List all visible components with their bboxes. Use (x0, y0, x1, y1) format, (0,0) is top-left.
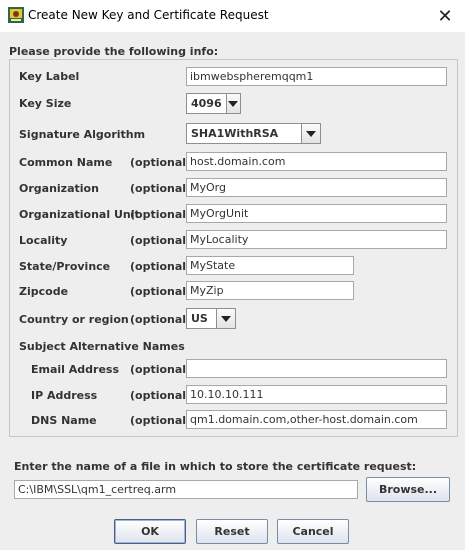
signature-algorithm-select[interactable]: SHA1WithRSA (186, 123, 321, 144)
chevron-down-icon (216, 309, 235, 328)
ip-address-optional: (optional) (130, 389, 192, 402)
chevron-down-icon (301, 124, 320, 143)
organization-input[interactable]: MyOrg (186, 178, 447, 197)
state-province-label: State/Province (19, 260, 111, 273)
zipcode-label: Zipcode (19, 285, 69, 298)
zipcode-optional: (optional) (130, 285, 192, 298)
organizational-unit-optional: (optional) (130, 208, 192, 221)
ip-address-label: IP Address (31, 389, 98, 402)
locality-optional: (optional) (130, 234, 192, 247)
close-icon: ✕ (437, 5, 453, 27)
organization-optional: (optional) (130, 182, 192, 195)
section-title: Please provide the following info: (9, 45, 219, 58)
dns-name-input[interactable]: qm1.domain.com,other-host.domain.com (186, 410, 447, 429)
email-address-label: Email Address (31, 363, 120, 376)
country-label: Country or region (19, 313, 129, 326)
email-address-optional: (optional) (130, 363, 192, 376)
key-size-value: 4096 (191, 97, 222, 110)
organization-label: Organization (19, 182, 99, 195)
email-address-input[interactable] (186, 359, 447, 378)
locality-label: Locality (19, 234, 68, 247)
zipcode-input[interactable]: MyZip (186, 281, 354, 300)
organizational-unit-label: Organizational Unit (19, 208, 140, 221)
file-label: Enter the name of a file in which to sto… (14, 460, 417, 473)
san-heading: Subject Alternative Names (19, 340, 185, 353)
dns-name-label: DNS Name (31, 414, 97, 427)
close-button[interactable]: ✕ (425, 0, 465, 32)
country-optional: (optional) (130, 313, 192, 326)
key-size-select[interactable]: 4096 (186, 93, 241, 114)
key-label-input[interactable]: ibmwebspheremqqm1 (186, 67, 447, 86)
app-icon (8, 7, 24, 23)
title-bar: Create New Key and Certificate Request ✕ (0, 0, 465, 32)
common-name-input[interactable]: host.domain.com (186, 152, 447, 171)
ip-address-input[interactable]: 10.10.10.111 (186, 385, 447, 404)
country-select[interactable]: US (186, 308, 236, 329)
browse-button[interactable]: Browse... (366, 477, 450, 502)
common-name-optional: (optional) (130, 156, 192, 169)
state-province-input[interactable]: MyState (186, 256, 354, 275)
cancel-button[interactable]: Cancel (277, 519, 349, 544)
key-size-label: Key Size (19, 97, 72, 110)
dns-name-optional: (optional) (130, 414, 192, 427)
chevron-down-icon (225, 94, 240, 113)
reset-button[interactable]: Reset (196, 519, 268, 544)
file-path-input[interactable]: C:\IBM\SSL\qm1_certreq.arm (14, 480, 358, 499)
common-name-label: Common Name (19, 156, 113, 169)
key-label-label: Key Label (19, 70, 80, 83)
signature-algorithm-value: SHA1WithRSA (191, 127, 279, 140)
ok-button[interactable]: OK (114, 519, 186, 544)
locality-input[interactable]: MyLocality (186, 230, 447, 249)
country-value: US (191, 312, 208, 325)
signature-algorithm-label: Signature Algorithm (19, 128, 146, 141)
organizational-unit-input[interactable]: MyOrgUnit (186, 204, 447, 223)
window-title: Create New Key and Certificate Request (28, 8, 269, 22)
state-province-optional: (optional) (130, 260, 192, 273)
